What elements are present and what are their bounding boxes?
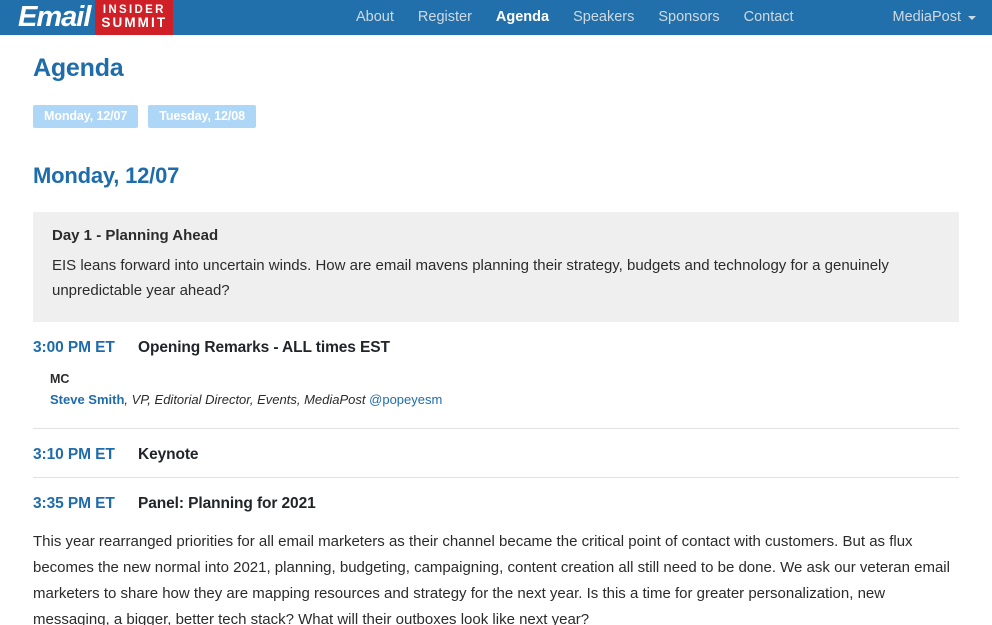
logo-summit-text: SUMMIT <box>101 15 168 30</box>
session-row[interactable]: 3:10 PM ET Keynote <box>33 429 959 478</box>
session-time: 3:35 PM ET <box>33 495 115 512</box>
session-time: 3:00 PM ET <box>33 339 115 356</box>
session-description: This year rearranged priorities for all … <box>33 533 950 625</box>
speaker-job-title: , VP, Editorial Director, Events, MediaP… <box>124 392 366 407</box>
session-header: 3:00 PM ET Opening Remarks - ALL times E… <box>33 339 959 357</box>
session-title: Panel: Planning for 2021 <box>138 495 316 512</box>
nav-item-agenda[interactable]: Agenda <box>484 0 561 35</box>
day-info-box: Day 1 - Planning Ahead EIS leans forward… <box>33 212 959 322</box>
nav-item-speakers[interactable]: Speakers <box>561 0 646 35</box>
page-content: Agenda Monday, 12/07 Tuesday, 12/08 Mond… <box>0 54 992 625</box>
speaker-block: MC Steve Smith, VP, Editorial Director, … <box>50 372 959 409</box>
chevron-down-icon <box>968 15 976 20</box>
session-title: Keynote <box>138 446 199 463</box>
logo-insider-summit-badge: INSIDER SUMMIT <box>95 0 174 35</box>
session-header: 3:35 PM ET Panel: Planning for 2021 <box>33 495 959 513</box>
logo-email-text: Email <box>18 1 91 33</box>
page-title: Agenda <box>33 54 124 82</box>
speaker-twitter-handle-link[interactable]: @popeyesm <box>369 392 442 407</box>
speaker-role: MC <box>50 372 70 386</box>
speaker-line: Steve Smith, VP, Editorial Director, Eve… <box>50 391 959 409</box>
account-menu[interactable]: MediaPost <box>880 0 984 35</box>
top-navbar: Email INSIDER SUMMIT About Register Agen… <box>0 0 992 35</box>
nav-item-sponsors[interactable]: Sponsors <box>646 0 731 35</box>
session-row[interactable]: 3:35 PM ET Panel: Planning for 2021 This… <box>33 478 959 625</box>
session-header: 3:10 PM ET Keynote <box>33 446 959 464</box>
site-logo[interactable]: Email INSIDER SUMMIT <box>18 0 174 35</box>
day-heading: Monday, 12/07 <box>33 163 180 188</box>
session-row[interactable]: 3:00 PM ET Opening Remarks - ALL times E… <box>33 322 959 429</box>
nav-item-contact[interactable]: Contact <box>732 0 806 35</box>
day-tab-group: Monday, 12/07 Tuesday, 12/08 <box>33 105 959 128</box>
nav-item-register[interactable]: Register <box>406 0 484 35</box>
day-info-text: EIS leans forward into uncertain winds. … <box>52 257 889 299</box>
main-navigation: About Register Agenda Speakers Sponsors … <box>344 0 806 35</box>
day-tab-monday[interactable]: Monday, 12/07 <box>33 105 139 128</box>
session-time: 3:10 PM ET <box>33 446 115 463</box>
nav-item-about[interactable]: About <box>344 0 406 35</box>
day-tab-tuesday[interactable]: Tuesday, 12/08 <box>148 105 256 128</box>
day-info-title: Day 1 - Planning Ahead <box>52 227 219 244</box>
account-menu-label[interactable]: MediaPost <box>880 0 967 35</box>
speaker-name-link[interactable]: Steve Smith <box>50 392 124 407</box>
session-title: Opening Remarks - ALL times EST <box>138 339 390 356</box>
